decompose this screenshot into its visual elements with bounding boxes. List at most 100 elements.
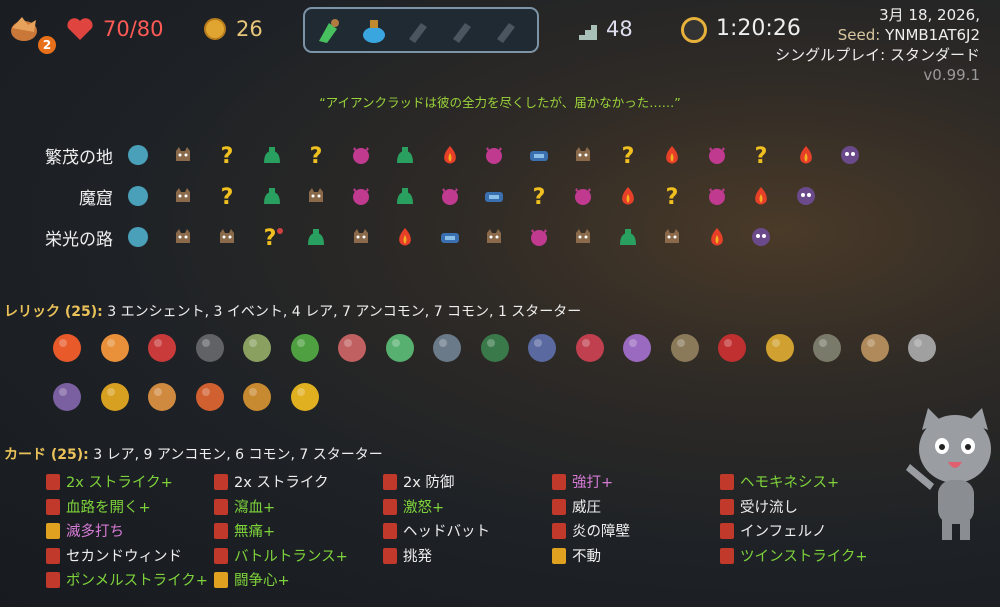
- map-node-boss-icon[interactable]: [838, 143, 862, 167]
- relic-icon[interactable]: [288, 380, 322, 414]
- map-node-boss-icon[interactable]: [794, 184, 818, 208]
- relic-icon[interactable]: [145, 331, 179, 365]
- card-entry[interactable]: ツインストライク+: [720, 546, 868, 568]
- map-node-monster-icon[interactable]: [660, 225, 684, 249]
- potion-blue-flask-icon[interactable]: [359, 17, 389, 45]
- relic-icon[interactable]: [383, 331, 417, 365]
- map-node-elite-icon[interactable]: [571, 184, 595, 208]
- map-node-rest-icon[interactable]: [794, 143, 818, 167]
- relic-icon[interactable]: [50, 380, 84, 414]
- card-entry[interactable]: 無痛+: [214, 521, 275, 543]
- relic-icon[interactable]: [240, 331, 274, 365]
- map-node-unknown-icon[interactable]: ?: [215, 184, 239, 208]
- relic-icon[interactable]: [858, 331, 892, 365]
- act-1-icon[interactable]: [126, 143, 150, 167]
- map-node-treasure-icon[interactable]: [393, 143, 417, 167]
- character-icon[interactable]: [8, 14, 40, 44]
- card-entry[interactable]: 2x ストライク+: [46, 472, 173, 494]
- map-node-treasure-icon[interactable]: [260, 143, 284, 167]
- map-node-treasure-icon[interactable]: [304, 225, 328, 249]
- relic-icon[interactable]: [193, 331, 227, 365]
- card-entry[interactable]: 血路を開く+: [46, 497, 151, 519]
- map-node-elite-icon[interactable]: [705, 143, 729, 167]
- relic-icon[interactable]: [810, 331, 844, 365]
- card-entry[interactable]: 強打+: [552, 472, 613, 494]
- map-node-unknown-icon[interactable]: ?: [616, 143, 640, 167]
- map-node-treasure-icon[interactable]: [260, 184, 284, 208]
- map-node-treasure-icon[interactable]: [616, 225, 640, 249]
- card-entry[interactable]: 2x ストライク: [214, 472, 329, 494]
- relic-icon[interactable]: [240, 380, 274, 414]
- card-entry[interactable]: 威圧: [552, 497, 601, 519]
- map-node-boss-icon[interactable]: [749, 225, 773, 249]
- act-2-icon[interactable]: [126, 184, 150, 208]
- relic-icon[interactable]: [98, 380, 132, 414]
- map-node-unknown-icon[interactable]: ?: [660, 184, 684, 208]
- relic-icon[interactable]: [145, 380, 179, 414]
- empty-potion-slot-icon[interactable]: [491, 17, 521, 45]
- map-node-monster-icon[interactable]: [482, 225, 506, 249]
- map-node-monster-icon[interactable]: [171, 225, 195, 249]
- relic-icon[interactable]: [525, 331, 559, 365]
- card-entry[interactable]: ヘッドバット: [383, 521, 490, 543]
- map-node-rest-icon[interactable]: [660, 143, 684, 167]
- map-node-rest-icon[interactable]: [438, 143, 462, 167]
- map-node-monster-icon[interactable]: [215, 225, 239, 249]
- empty-potion-slot-icon[interactable]: [447, 17, 477, 45]
- relic-icon[interactable]: [50, 331, 84, 365]
- map-node-monster-icon[interactable]: [171, 184, 195, 208]
- card-entry[interactable]: インフェルノ: [720, 521, 827, 543]
- map-node-elite-icon[interactable]: [349, 184, 373, 208]
- card-entry[interactable]: バトルトランス+: [214, 546, 348, 568]
- map-node-shop-icon[interactable]: [438, 225, 462, 249]
- relic-icon[interactable]: [620, 331, 654, 365]
- card-entry[interactable]: 受け流し: [720, 497, 798, 519]
- relic-icon[interactable]: [430, 331, 464, 365]
- empty-potion-slot-icon[interactable]: [403, 17, 433, 45]
- map-node-elite-icon[interactable]: [705, 184, 729, 208]
- relic-icon[interactable]: [668, 331, 702, 365]
- card-entry[interactable]: 炎の障壁: [552, 521, 630, 543]
- relic-icon[interactable]: [335, 331, 369, 365]
- relic-icon[interactable]: [193, 380, 227, 414]
- potion-green-hand-icon[interactable]: [315, 17, 345, 45]
- relic-icon[interactable]: [905, 331, 939, 365]
- relic-icon[interactable]: [288, 331, 322, 365]
- map-node-rest-icon[interactable]: [705, 225, 729, 249]
- map-node-unknown-icon[interactable]: ?: [749, 143, 773, 167]
- card-entry[interactable]: ヘモキネシス+: [720, 472, 839, 494]
- card-entry[interactable]: 激怒+: [383, 497, 444, 519]
- card-entry[interactable]: 挑発: [383, 546, 432, 568]
- relic-icon[interactable]: [478, 331, 512, 365]
- seed-line[interactable]: Seed: YNMB1AT6J2: [775, 25, 980, 45]
- map-node-rest-icon[interactable]: [393, 225, 417, 249]
- map-node-unknown-icon[interactable]: ?: [527, 184, 551, 208]
- relic-icon[interactable]: [573, 331, 607, 365]
- map-node-monster-icon[interactable]: [571, 143, 595, 167]
- relic-icon[interactable]: [763, 331, 797, 365]
- relic-icon[interactable]: [98, 331, 132, 365]
- map-node-shop-icon[interactable]: [482, 184, 506, 208]
- map-node-rest-icon[interactable]: [749, 184, 773, 208]
- map-node-treasure-icon[interactable]: [393, 184, 417, 208]
- map-node-elite-icon[interactable]: [482, 143, 506, 167]
- map-node-monster-icon[interactable]: [571, 225, 595, 249]
- act-3-icon[interactable]: [126, 225, 150, 249]
- map-node-rest-icon[interactable]: [616, 184, 640, 208]
- map-node-shop-icon[interactable]: [527, 143, 551, 167]
- map-node-elite-icon[interactable]: [527, 225, 551, 249]
- card-entry[interactable]: セカンドウィンド: [46, 546, 182, 568]
- card-entry[interactable]: 2x 防御: [383, 472, 454, 494]
- map-node-monster-icon[interactable]: [349, 225, 373, 249]
- card-entry[interactable]: 不動: [552, 546, 601, 568]
- map-node-unknown-special-icon[interactable]: ?: [260, 225, 284, 249]
- card-entry[interactable]: 滅多打ち: [46, 521, 124, 543]
- map-node-unknown-icon[interactable]: ?: [304, 143, 328, 167]
- card-entry[interactable]: 闘争心+: [214, 570, 290, 592]
- map-node-monster-icon[interactable]: [304, 184, 328, 208]
- card-entry[interactable]: ポンメルストライク+: [46, 570, 208, 592]
- map-node-monster-icon[interactable]: [171, 143, 195, 167]
- map-node-unknown-icon[interactable]: ?: [215, 143, 239, 167]
- card-entry[interactable]: 瀉血+: [214, 497, 275, 519]
- map-node-elite-icon[interactable]: [438, 184, 462, 208]
